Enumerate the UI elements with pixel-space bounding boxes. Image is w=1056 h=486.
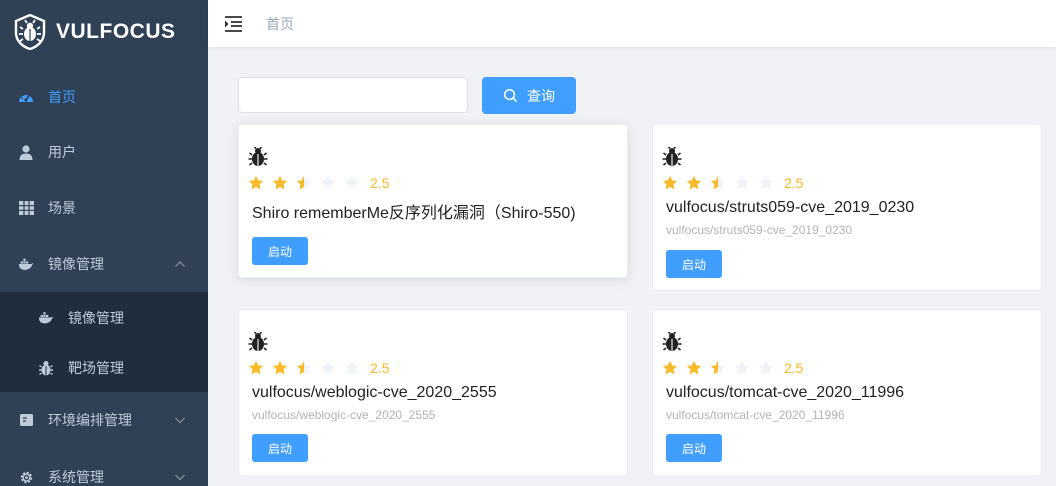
- sidebar-item-label: 首页: [48, 89, 76, 105]
- bug-icon: [662, 332, 682, 351]
- star-empty-icon: [344, 360, 360, 375]
- logo[interactable]: VULFOCUS: [0, 0, 208, 64]
- search-button[interactable]: 查询: [482, 77, 576, 114]
- star-half-icon: [296, 175, 312, 190]
- sidebar-item-system[interactable]: 系统管理: [0, 449, 208, 486]
- docker-icon: [18, 256, 34, 272]
- card-title: vulfocus/struts059-cve_2019_0230: [666, 199, 915, 216]
- vuln-card[interactable]: 2.5 vulfocus/weblogic-cve_2020_2555 vulf…: [238, 309, 628, 476]
- search-icon: [503, 88, 518, 103]
- search-input[interactable]: [238, 77, 468, 113]
- sidebar-item-label: 镜像管理: [48, 256, 104, 272]
- rating-value: 2.5: [784, 175, 804, 191]
- sidebar-item-image-management[interactable]: 镜像管理: [0, 236, 208, 292]
- rating-value: 2.5: [784, 360, 804, 376]
- star-half-icon: [296, 360, 312, 375]
- chevron-down-icon: [175, 417, 185, 424]
- bug-icon: [662, 147, 682, 166]
- sidebar-subitem-label: 靶场管理: [68, 360, 124, 376]
- star-empty-icon: [734, 175, 750, 190]
- bug-icon: [248, 332, 268, 351]
- search-button-label: 查询: [527, 87, 555, 104]
- sidebar-subitem-image-management[interactable]: 镜像管理: [0, 293, 208, 343]
- chevron-down-icon: [175, 474, 185, 481]
- shield-bug-logo-icon: [14, 14, 46, 50]
- sidebar-item-scenes[interactable]: 场景: [0, 180, 208, 236]
- rating-stars[interactable]: 2.5: [662, 175, 803, 191]
- chevron-up-icon: [175, 261, 185, 267]
- star-full-icon: [272, 360, 288, 375]
- star-empty-icon: [320, 175, 336, 190]
- card-subtitle: vulfocus/struts059-cve_2019_0230: [666, 223, 853, 237]
- docker-icon: [38, 310, 54, 326]
- card-title: vulfocus/weblogic-cve_2020_2555: [252, 384, 497, 401]
- navbar: 首页: [208, 0, 1056, 47]
- sidebar-item-orchestration[interactable]: 环境编排管理: [0, 392, 208, 448]
- star-empty-icon: [344, 175, 360, 190]
- star-empty-icon: [320, 360, 336, 375]
- sidebar: VULFOCUS 首页 用户 场景 镜像管理 镜像管理 靶场管理 环境编排管理 …: [0, 0, 208, 486]
- star-empty-icon: [734, 360, 750, 375]
- card-subtitle: vulfocus/tomcat-cve_2020_11996: [666, 408, 845, 422]
- sidebar-subitem-range-management[interactable]: 靶场管理: [0, 343, 208, 393]
- rating-stars[interactable]: 2.5: [248, 175, 389, 191]
- sidebar-item-users[interactable]: 用户: [0, 124, 208, 180]
- start-button[interactable]: 启动: [666, 434, 722, 462]
- start-button[interactable]: 启动: [666, 250, 722, 278]
- rating-stars[interactable]: 2.5: [662, 360, 803, 376]
- card-title: Shiro rememberMe反序列化漏洞（Shiro-550): [252, 205, 576, 222]
- star-empty-icon: [758, 360, 774, 375]
- form-icon: [18, 412, 34, 428]
- card-title: vulfocus/tomcat-cve_2020_11996: [666, 384, 905, 401]
- star-full-icon: [248, 175, 264, 190]
- star-full-icon: [272, 175, 288, 190]
- menu-fold-icon[interactable]: [225, 15, 243, 32]
- card-subtitle: vulfocus/weblogic-cve_2020_2555: [252, 408, 436, 422]
- bug-icon: [38, 360, 54, 376]
- star-half-icon: [710, 360, 726, 375]
- sidebar-item-label: 系统管理: [48, 469, 104, 485]
- start-button[interactable]: 启动: [252, 434, 308, 462]
- sidebar-item-label: 环境编排管理: [48, 412, 132, 428]
- sidebar-item-label: 用户: [48, 144, 76, 160]
- star-half-icon: [710, 175, 726, 190]
- star-full-icon: [662, 175, 678, 190]
- star-full-icon: [662, 360, 678, 375]
- sidebar-item-label: 场景: [48, 200, 76, 216]
- star-empty-icon: [758, 175, 774, 190]
- bug-icon: [248, 147, 268, 166]
- rating-stars[interactable]: 2.5: [248, 360, 389, 376]
- start-button[interactable]: 启动: [252, 237, 308, 265]
- sidebar-subitem-label: 镜像管理: [68, 310, 124, 326]
- user-icon: [18, 144, 34, 160]
- vuln-card[interactable]: 2.5 vulfocus/tomcat-cve_2020_11996 vulfo…: [652, 309, 1042, 476]
- vuln-card[interactable]: 2.5 vulfocus/struts059-cve_2019_0230 vul…: [652, 124, 1042, 291]
- sidebar-item-home[interactable]: 首页: [0, 69, 208, 125]
- table-icon: [18, 200, 34, 216]
- breadcrumb[interactable]: 首页: [266, 14, 294, 34]
- rating-value: 2.5: [370, 175, 390, 191]
- rating-value: 2.5: [370, 360, 390, 376]
- vuln-card[interactable]: 2.5 Shiro rememberMe反序列化漏洞（Shiro-550) 启动: [238, 124, 628, 278]
- app-title: VULFOCUS: [56, 20, 176, 43]
- star-full-icon: [686, 175, 702, 190]
- star-full-icon: [248, 360, 264, 375]
- gear-icon: [18, 469, 34, 485]
- star-full-icon: [686, 360, 702, 375]
- dashboard-icon: [18, 89, 34, 105]
